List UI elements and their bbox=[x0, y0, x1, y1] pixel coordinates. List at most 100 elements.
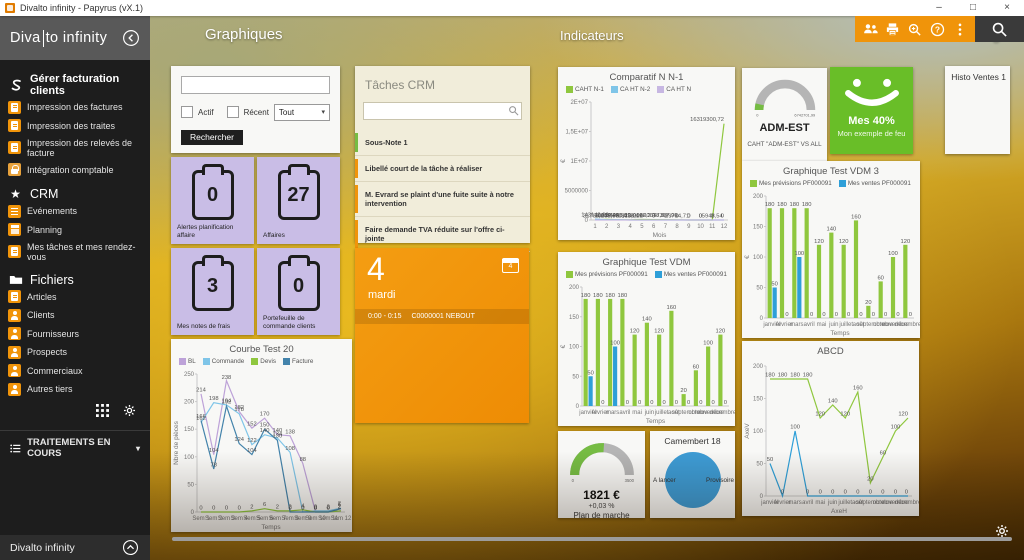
svg-text:20: 20 bbox=[865, 300, 871, 306]
task-item[interactable]: M. Evrard se plaint d'une fuite suite à … bbox=[355, 182, 530, 217]
sidebar-item-commerciaux[interactable]: Commerciaux bbox=[8, 362, 144, 379]
svg-text:170: 170 bbox=[260, 412, 270, 418]
svg-text:juillet: juillet bbox=[838, 322, 853, 328]
svg-text:0: 0 bbox=[909, 312, 912, 318]
svg-text:juin: juin bbox=[828, 322, 838, 328]
rechercher-button[interactable]: Rechercher bbox=[181, 130, 243, 145]
maximize-button[interactable]: □ bbox=[956, 0, 990, 16]
treatments-en-cours-button[interactable]: TRAITEMENTS EN COURS ▾ bbox=[0, 430, 150, 465]
calendar-event[interactable]: 0:00 - 0:15C0000001 NEBOUT bbox=[355, 309, 529, 324]
menu-dots-icon[interactable] bbox=[951, 21, 968, 38]
sidebar-item-prospects[interactable]: Prospects bbox=[8, 344, 144, 361]
sidebar-section-crm[interactable]: ★ CRM bbox=[8, 187, 144, 201]
gauge-subtitle: CAHT "ADM-EST" VS ALL bbox=[747, 141, 821, 148]
sidebar-item-impression-releves[interactable]: Impression des relevés de facture bbox=[8, 136, 144, 160]
svg-text:3500: 3500 bbox=[624, 478, 634, 483]
legend-item: Commande bbox=[203, 358, 245, 365]
svg-text:250: 250 bbox=[184, 372, 195, 378]
svg-text:0: 0 bbox=[822, 312, 825, 318]
tile-portefeuille-commande[interactable]: 0 Portefeuille de commande clients bbox=[257, 248, 340, 335]
svg-text:100: 100 bbox=[569, 345, 580, 351]
chevron-down-icon: ▾ bbox=[321, 108, 325, 116]
sidebar-item-fournisseurs[interactable]: Fournisseurs bbox=[8, 325, 144, 342]
document-icon bbox=[8, 119, 21, 132]
recent-checkbox[interactable] bbox=[227, 106, 239, 118]
printer-icon[interactable] bbox=[884, 21, 901, 38]
tile-affaires[interactable]: 27 Affaires bbox=[257, 157, 340, 244]
svg-text:100: 100 bbox=[610, 341, 620, 347]
task-item[interactable]: Faire demande TVA réduite sur l'offre ci… bbox=[355, 217, 530, 252]
task-item[interactable]: Sous-Note 1 bbox=[355, 130, 530, 156]
gauge-arc: 06742701,99 bbox=[749, 74, 821, 122]
actif-checkbox[interactable] bbox=[181, 106, 193, 118]
sidebar-item-integration-comptable[interactable]: Intégration comptable bbox=[8, 161, 144, 178]
svg-text:0: 0 bbox=[872, 312, 875, 318]
svg-text:AxeV: AxeV bbox=[744, 423, 751, 439]
svg-text:3: 3 bbox=[617, 224, 621, 230]
tile-notes-de-frais[interactable]: 3 Mes notes de frais bbox=[171, 248, 254, 335]
sidebar-item-clients[interactable]: Clients bbox=[8, 307, 144, 324]
tile-alertes-planification[interactable]: 0 Alertes planification affaire bbox=[171, 157, 254, 244]
svg-text:0: 0 bbox=[301, 506, 304, 512]
svg-text:50: 50 bbox=[756, 462, 763, 468]
svg-text:0: 0 bbox=[687, 214, 690, 220]
minimize-button[interactable]: – bbox=[922, 0, 956, 16]
svg-text:214: 214 bbox=[196, 387, 206, 393]
settings-gear-icon[interactable] bbox=[123, 404, 136, 422]
svg-text:0: 0 bbox=[724, 400, 727, 406]
svg-text:180: 180 bbox=[790, 373, 800, 379]
document-icon bbox=[8, 245, 21, 258]
calendar-tile[interactable]: 4 4 mardi 0:00 - 0:15C0000001 NEBOUT bbox=[355, 248, 529, 423]
close-button[interactable]: × bbox=[990, 0, 1024, 16]
sidebar-section-fichiers[interactable]: Fichiers bbox=[8, 273, 144, 287]
users-icon[interactable] bbox=[862, 21, 879, 38]
legend-item: CA HT N bbox=[657, 86, 691, 93]
sidebar-item-articles[interactable]: Articles bbox=[8, 288, 144, 305]
sidebar-item-evenements[interactable]: Evénements bbox=[8, 203, 144, 220]
horizontal-scrollbar[interactable] bbox=[172, 537, 1012, 541]
svg-text:€: € bbox=[744, 255, 751, 259]
sidebar-item-impression-factures[interactable]: Impression des factures bbox=[8, 99, 144, 116]
smiley-kpi-tile[interactable]: Mes 40% Mon exemple de feu bbox=[830, 67, 913, 154]
svg-text:20: 20 bbox=[680, 388, 686, 394]
svg-text:50: 50 bbox=[587, 370, 593, 376]
smiley-label: Mon exemple de feu bbox=[838, 129, 906, 138]
svg-text:138: 138 bbox=[285, 429, 295, 435]
expand-up-icon[interactable] bbox=[122, 539, 140, 557]
svg-text:juillet: juillet bbox=[654, 410, 669, 416]
dashboard-settings-gear-icon[interactable] bbox=[995, 524, 1009, 538]
legend-item: Facture bbox=[283, 358, 313, 365]
search-plus-icon[interactable] bbox=[906, 21, 923, 38]
sidebar-item-planning[interactable]: Planning bbox=[8, 221, 144, 238]
search-input[interactable] bbox=[181, 76, 330, 94]
document-icon bbox=[8, 290, 21, 303]
svg-text:Temps: Temps bbox=[261, 524, 281, 531]
svg-text:0: 0 bbox=[884, 312, 887, 318]
svg-text:50: 50 bbox=[767, 457, 773, 463]
chart-legend: BLCommandeDevisFacture bbox=[171, 355, 352, 365]
taches-search-input[interactable] bbox=[363, 102, 522, 120]
help-icon[interactable]: ? bbox=[929, 21, 946, 38]
svg-text:200: 200 bbox=[753, 194, 764, 200]
svg-text:348,01: 348,01 bbox=[621, 213, 639, 219]
svg-text:10: 10 bbox=[697, 224, 704, 230]
sidebar-section-facturation[interactable]: Gérer facturation clients bbox=[8, 73, 144, 97]
collapse-sidebar-icon[interactable] bbox=[122, 29, 140, 47]
svg-text:décembre: décembre bbox=[895, 500, 919, 506]
sidebar-item-mes-taches[interactable]: Mes tâches et mes rendez-vous bbox=[8, 240, 144, 264]
svg-text:0: 0 bbox=[238, 506, 241, 512]
svg-text:150: 150 bbox=[260, 423, 270, 429]
svg-text:50: 50 bbox=[187, 482, 194, 488]
svg-text:5000000: 5000000 bbox=[565, 189, 589, 195]
svg-text:0: 0 bbox=[781, 490, 784, 496]
svg-text:12: 12 bbox=[721, 224, 728, 230]
global-search-button[interactable] bbox=[975, 16, 1024, 42]
task-item[interactable]: Libellé court de la tâche à réaliser bbox=[355, 156, 530, 182]
svg-text:0: 0 bbox=[225, 506, 228, 512]
sidebar-item-impression-traites[interactable]: Impression des traites bbox=[8, 117, 144, 134]
document-icon bbox=[8, 101, 21, 114]
svg-text:122: 122 bbox=[247, 438, 257, 444]
apps-grid-icon[interactable] bbox=[96, 404, 109, 422]
tout-select[interactable]: Tout ▾ bbox=[274, 104, 330, 121]
sidebar-item-autres-tiers[interactable]: Autres tiers bbox=[8, 381, 144, 398]
